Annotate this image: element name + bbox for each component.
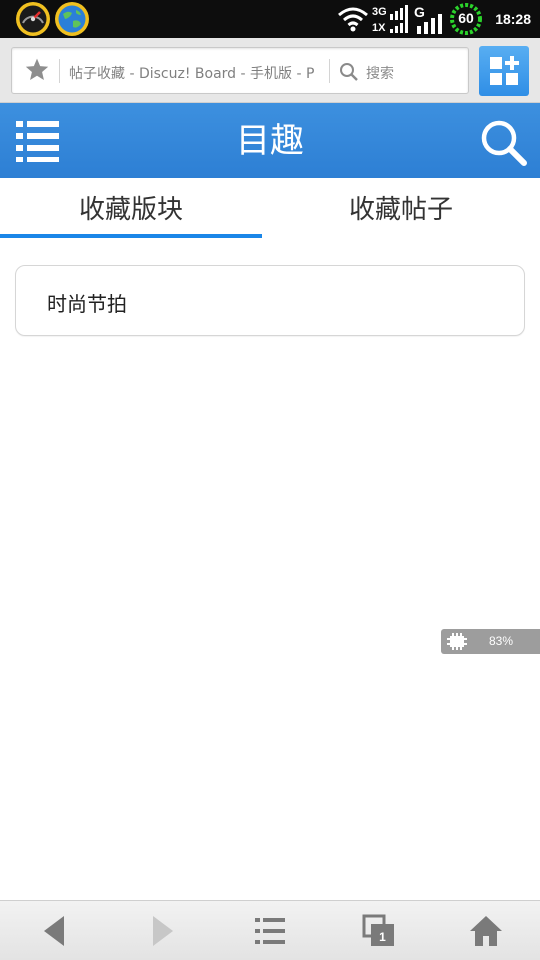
url-divider: [59, 59, 60, 83]
globe-icon[interactable]: [54, 1, 90, 37]
search-icon[interactable]: [339, 62, 359, 82]
svg-text:1: 1: [379, 930, 386, 944]
wifi-icon: [338, 7, 368, 32]
home-icon[interactable]: [466, 913, 506, 949]
memory-value: 83%: [489, 634, 514, 648]
url-text[interactable]: 帖子收藏 - Discuz! Board - 手机版 - P: [69, 63, 319, 83]
app-header: 目趣: [0, 103, 540, 178]
add-tab-button[interactable]: [479, 46, 529, 96]
signal-icon: [390, 5, 408, 33]
status-bar: 3G 1X G 60 18:28: [0, 0, 540, 38]
tab-favorite-posts[interactable]: 收藏帖子: [262, 178, 540, 240]
tab-favorite-boards[interactable]: 收藏版块: [0, 178, 262, 240]
list-item[interactable]: 时尚节拍: [15, 265, 525, 336]
menu-list-icon[interactable]: [250, 913, 290, 949]
clock: 18:28: [495, 11, 531, 27]
network-1x-label: 1X: [372, 22, 386, 34]
tab-bar: 收藏版块 收藏帖子: [0, 178, 540, 240]
search-icon[interactable]: [478, 117, 528, 167]
grid-plus-icon: [490, 56, 519, 85]
forward-icon[interactable]: [143, 913, 183, 949]
page-title: 目趣: [236, 121, 304, 161]
search-divider: [329, 59, 330, 83]
tabs-icon[interactable]: 1: [359, 913, 399, 949]
search-input[interactable]: 搜索: [366, 63, 394, 83]
network-3g-label: 3G: [372, 6, 387, 18]
active-tab-indicator: [0, 234, 262, 238]
ring-gauge-value: 60: [458, 10, 474, 26]
back-icon[interactable]: [34, 913, 74, 949]
chip-icon: [447, 633, 467, 650]
bottom-nav: 1: [0, 900, 540, 960]
list-item-label: 时尚节拍: [47, 292, 127, 316]
speedometer-icon[interactable]: [15, 1, 51, 37]
browser-toolbar: 帖子收藏 - Discuz! Board - 手机版 - P 搜索: [0, 38, 540, 103]
signal-g-icon: [417, 14, 442, 34]
star-icon[interactable]: [24, 57, 50, 83]
memory-widget[interactable]: 83%: [441, 629, 540, 654]
address-bar[interactable]: 帖子收藏 - Discuz! Board - 手机版 - P 搜索: [11, 47, 469, 94]
